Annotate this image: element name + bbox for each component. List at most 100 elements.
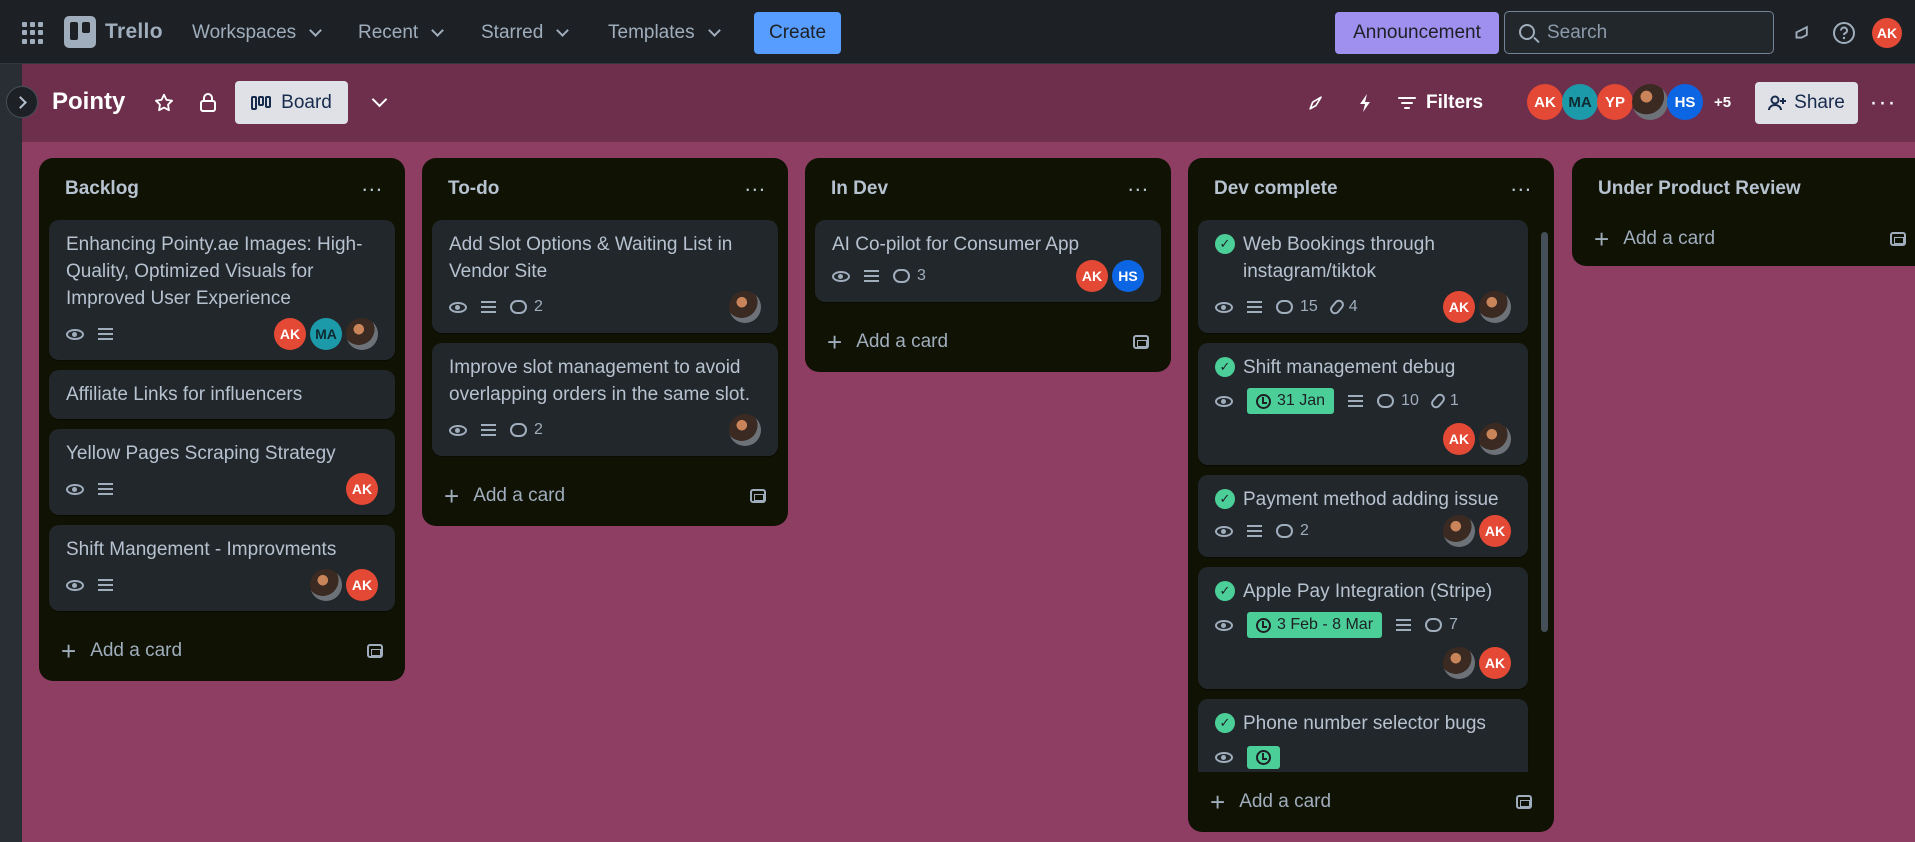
card-member-avatar[interactable]: HS: [1112, 260, 1144, 292]
app-switcher-icon[interactable]: [22, 22, 44, 44]
create-button[interactable]: Create: [754, 12, 841, 54]
watching-icon: [1215, 751, 1233, 763]
member-avatar[interactable]: YP: [1597, 84, 1633, 120]
card[interactable]: ✓ Shift management debug 31 Jan 10 1 AK: [1198, 343, 1528, 465]
list-scrollbar[interactable]: [1538, 220, 1550, 764]
card[interactable]: AI Co-pilot for Consumer App 3 AK HS: [815, 220, 1161, 302]
card-member-avatar[interactable]: AK: [1479, 647, 1511, 679]
complete-check-icon[interactable]: ✓: [1215, 357, 1235, 377]
card[interactable]: Affiliate Links for influencers: [49, 370, 395, 419]
chevron-down-icon: [707, 24, 721, 37]
automation-button[interactable]: [1354, 92, 1376, 114]
card-template-icon[interactable]: [750, 489, 766, 503]
power-ups-button[interactable]: [1305, 92, 1327, 114]
card-member-avatar-photo[interactable]: [1443, 515, 1475, 547]
add-card-button[interactable]: + Add a card: [422, 466, 788, 526]
card-member-avatar-photo[interactable]: [729, 291, 761, 323]
list-menu-icon[interactable]: ...: [1511, 173, 1532, 195]
member-avatar[interactable]: HS: [1667, 84, 1703, 120]
card-member-avatar[interactable]: AK: [274, 318, 306, 350]
card[interactable]: Shift Mangement - Improvments AK: [49, 525, 395, 611]
search-box[interactable]: [1504, 11, 1774, 54]
trello-logo[interactable]: Trello: [64, 16, 163, 48]
complete-check-icon[interactable]: ✓: [1215, 234, 1235, 254]
card[interactable]: Yellow Pages Scraping Strategy AK: [49, 429, 395, 515]
plus-icon: +: [1210, 787, 1226, 817]
plus-icon: +: [61, 636, 77, 666]
comment-count: 2: [1300, 522, 1309, 539]
announcement-button[interactable]: Announcement: [1335, 12, 1499, 54]
scrollbar-thumb[interactable]: [1541, 232, 1548, 632]
nav-menu-workspaces[interactable]: Workspaces: [192, 14, 323, 52]
add-card-button[interactable]: + Add a card: [1572, 212, 1915, 266]
board-view-label: Board: [281, 91, 332, 113]
add-card-button[interactable]: + Add a card: [805, 312, 1171, 372]
card-member-avatar[interactable]: MA: [310, 318, 342, 350]
list-menu-icon[interactable]: ...: [745, 173, 766, 195]
card[interactable]: ✓ Phone number selector bugs: [1198, 699, 1528, 772]
card-template-icon[interactable]: [1133, 335, 1149, 349]
card-template-icon[interactable]: [1516, 795, 1532, 809]
card-member-avatar[interactable]: AK: [1443, 423, 1475, 455]
add-card-button[interactable]: + Add a card: [1188, 772, 1554, 832]
complete-check-icon[interactable]: ✓: [1215, 713, 1235, 733]
comment-count: 2: [534, 421, 543, 438]
card-template-icon[interactable]: [1890, 232, 1906, 246]
member-avatar-photo[interactable]: [1632, 84, 1668, 120]
due-date-badge[interactable]: 3 Feb - 8 Mar: [1247, 612, 1383, 638]
filters-button[interactable]: Filters: [1398, 92, 1483, 114]
visibility-button[interactable]: [196, 91, 220, 115]
card[interactable]: Improve slot management to avoid overlap…: [432, 343, 778, 456]
card-member-avatar-photo[interactable]: [310, 569, 342, 601]
nav-menu-recent[interactable]: Recent: [358, 14, 445, 52]
card-member-avatar-photo[interactable]: [729, 414, 761, 446]
complete-check-icon[interactable]: ✓: [1215, 581, 1235, 601]
comment-icon: [893, 269, 910, 283]
list-menu-icon[interactable]: ...: [1128, 173, 1149, 195]
card-title: Add Slot Options & Waiting List in Vendo…: [449, 234, 733, 282]
extra-members-count[interactable]: +5: [1714, 94, 1731, 111]
card-member-avatar-photo[interactable]: [1479, 423, 1511, 455]
star-board-button[interactable]: [152, 91, 176, 115]
card-member-avatar-photo[interactable]: [346, 318, 378, 350]
card-member-avatar-photo[interactable]: [1479, 291, 1511, 323]
nav-menu-starred[interactable]: Starred: [481, 14, 570, 52]
share-button[interactable]: Share: [1755, 82, 1858, 124]
notifications-button[interactable]: [1788, 20, 1814, 46]
card[interactable]: ✓ Apple Pay Integration (Stripe) 3 Feb -…: [1198, 567, 1528, 689]
board-title[interactable]: Pointy: [52, 88, 125, 116]
list-title[interactable]: Backlog: [65, 178, 139, 200]
card-member-avatar[interactable]: AK: [346, 569, 378, 601]
card[interactable]: ✓ Web Bookings through instagram/tiktok …: [1198, 220, 1528, 333]
complete-check-icon[interactable]: ✓: [1215, 489, 1235, 509]
search-input[interactable]: [1547, 21, 1757, 44]
help-button[interactable]: [1831, 20, 1857, 46]
board-menu-button[interactable]: ···: [1868, 88, 1898, 118]
card-member-avatar[interactable]: AK: [346, 473, 378, 505]
card-member-avatar[interactable]: AK: [1076, 260, 1108, 292]
card[interactable]: ✓ Payment method adding issue 2 AK: [1198, 475, 1528, 557]
nav-menu-templates[interactable]: Templates: [608, 14, 721, 52]
card-template-icon[interactable]: [367, 644, 383, 658]
list-title[interactable]: Under Product Review: [1598, 178, 1801, 200]
due-date-badge[interactable]: [1247, 745, 1280, 769]
expand-sidebar-button[interactable]: [6, 86, 38, 118]
board-view-switcher[interactable]: Board: [235, 81, 348, 124]
list-menu-icon[interactable]: ...: [362, 173, 383, 195]
add-card-button[interactable]: + Add a card: [39, 621, 405, 681]
card[interactable]: Add Slot Options & Waiting List in Vendo…: [432, 220, 778, 333]
member-avatar[interactable]: AK: [1527, 84, 1563, 120]
list-title[interactable]: Dev complete: [1214, 178, 1338, 200]
card-member-avatar[interactable]: AK: [1443, 291, 1475, 323]
card[interactable]: Enhancing Pointy.ae Images: High-Quality…: [49, 220, 395, 360]
card-member-avatar-photo[interactable]: [1443, 647, 1475, 679]
member-avatar[interactable]: MA: [1562, 84, 1598, 120]
list-title[interactable]: To-do: [448, 178, 499, 200]
due-date-badge[interactable]: 31 Jan: [1247, 388, 1335, 414]
user-avatar[interactable]: AK: [1872, 18, 1902, 48]
comment-count: 15: [1300, 298, 1318, 315]
list-title[interactable]: In Dev: [831, 178, 888, 200]
card-member-avatar[interactable]: AK: [1479, 515, 1511, 547]
due-date: 31 Jan: [1277, 392, 1326, 409]
view-options-dropdown[interactable]: [364, 90, 388, 114]
